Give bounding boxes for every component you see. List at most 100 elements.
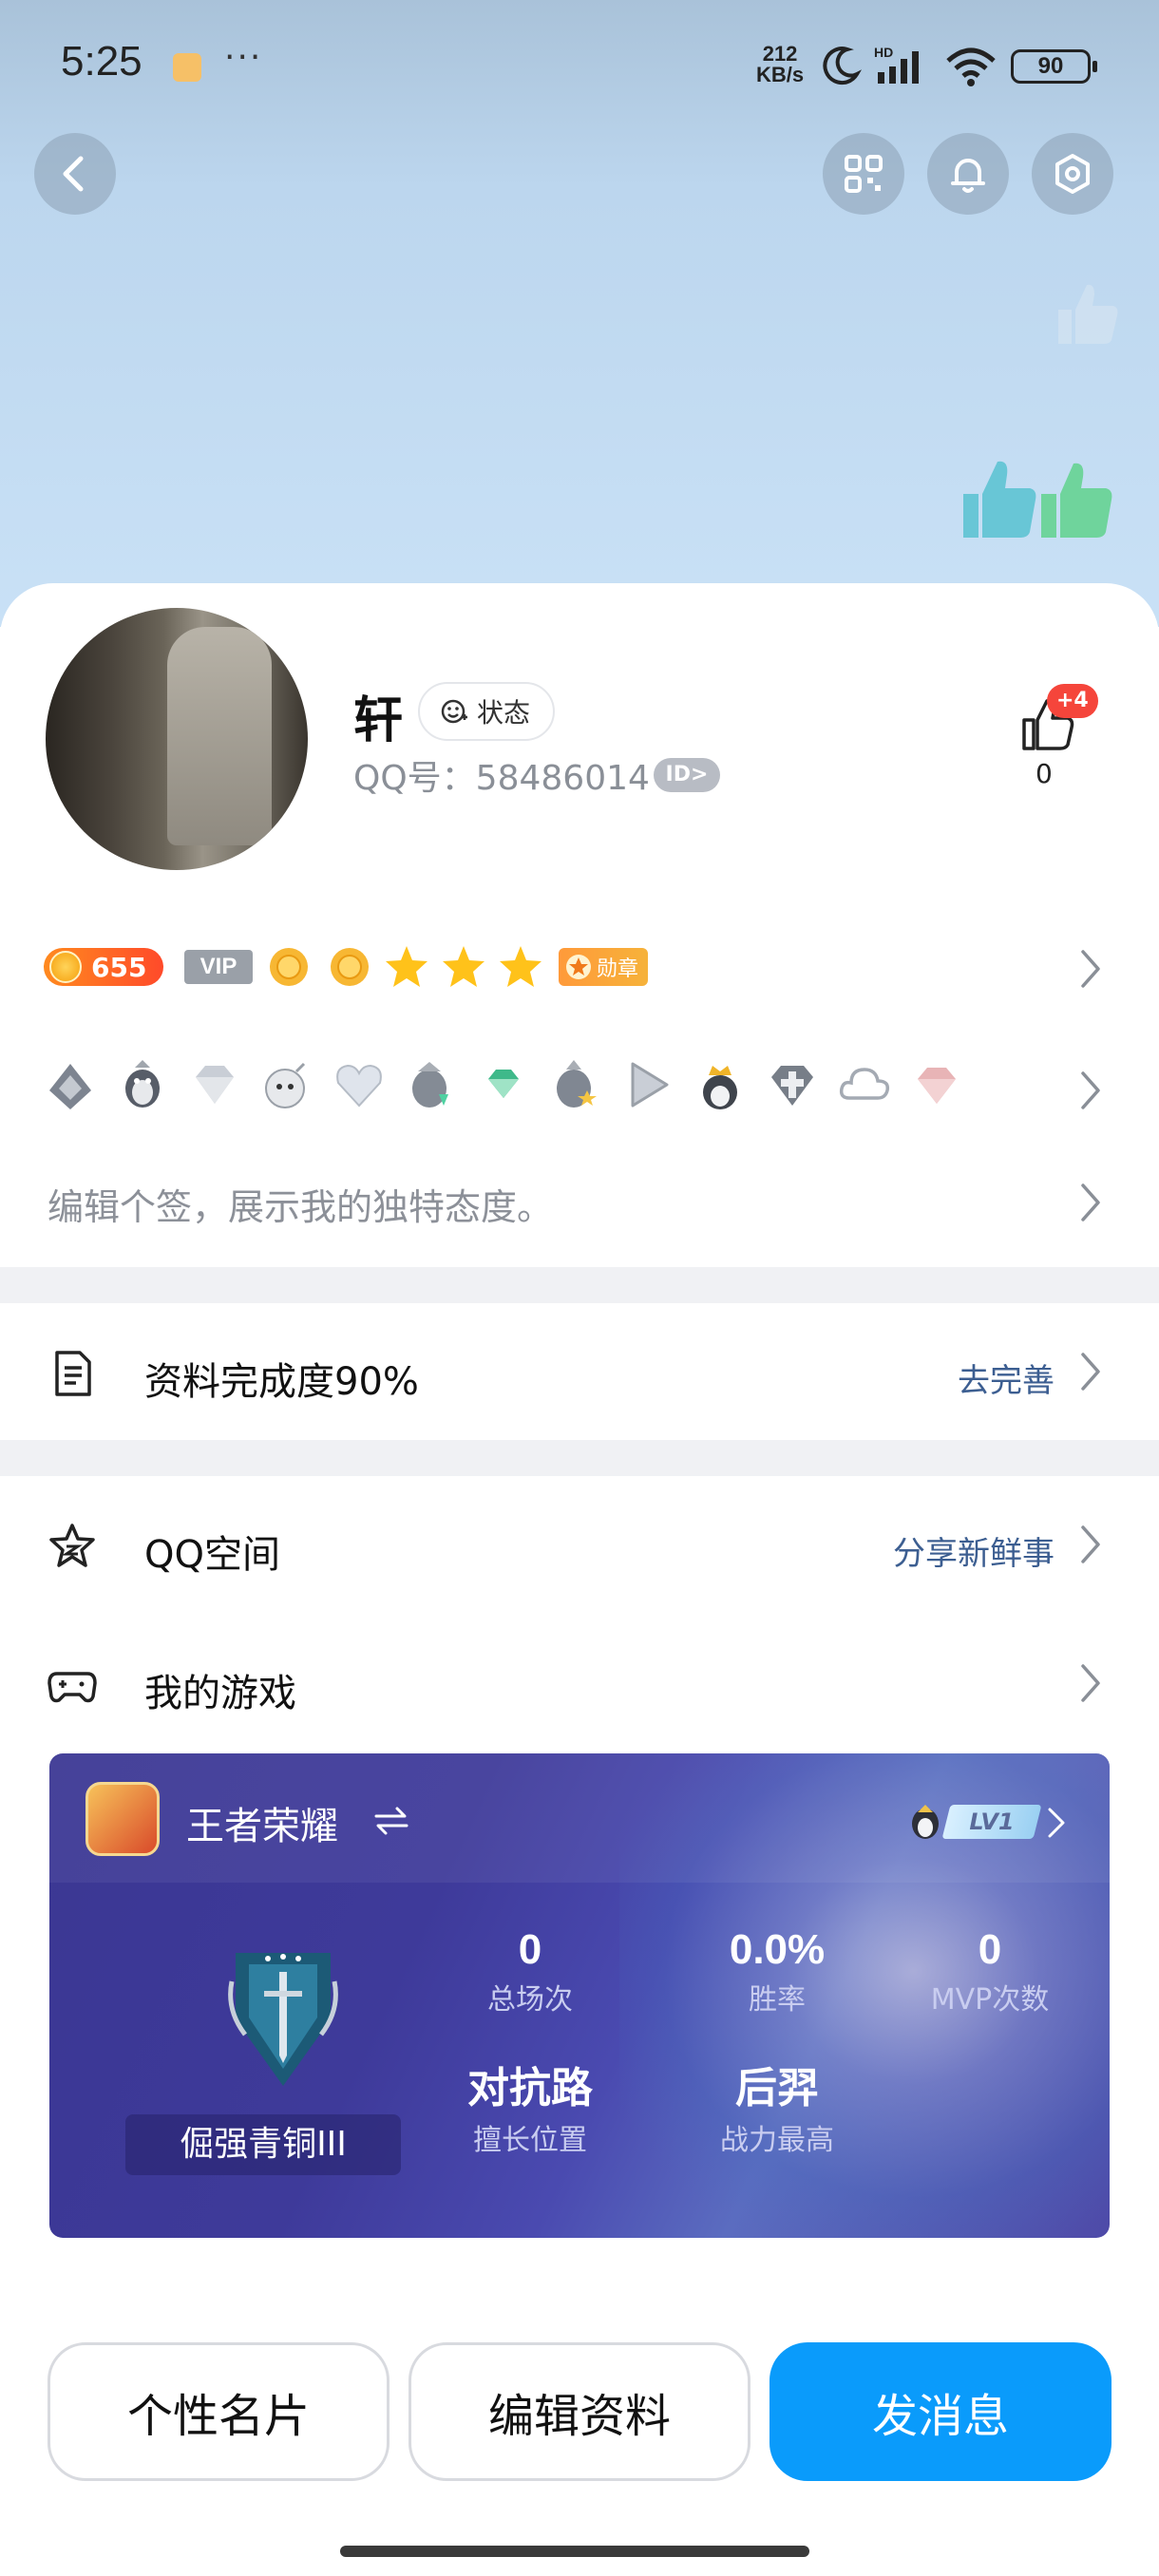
share-news-link[interactable]: 分享新鲜事 <box>893 1527 1054 1574</box>
star-level-icon <box>443 946 484 987</box>
qq-level-badge: 655 <box>44 948 163 986</box>
qr-code-button[interactable] <box>823 133 904 215</box>
id-badge[interactable]: ID> <box>654 758 720 792</box>
my-games-label: 我的游戏 <box>144 1672 296 1715</box>
clock: 5:25 <box>61 38 142 85</box>
my-games-row[interactable]: 我的游戏 <box>0 1626 1159 1740</box>
status-button[interactable]: 状态 <box>418 682 556 741</box>
penguin-crown-icon <box>703 1066 737 1109</box>
medal-badge: 勋章 <box>559 948 649 986</box>
chevron-left-icon <box>63 156 84 192</box>
total-matches-value: 0 <box>518 1926 542 1973</box>
status-label: 状态 <box>477 697 531 729</box>
network-speed: 212 KB/s <box>756 44 804 85</box>
chevron-right-icon[interactable] <box>1079 948 1102 990</box>
coin-icon <box>49 951 82 983</box>
win-rate-label: 胜率 <box>749 1983 806 2017</box>
penguin-star-icon <box>557 1060 597 1108</box>
home-indicator[interactable] <box>340 2546 809 2557</box>
avatar[interactable] <box>46 608 308 870</box>
like-count: 0 <box>1036 758 1053 789</box>
section-divider <box>0 1440 1159 1476</box>
bell-icon <box>951 159 985 193</box>
game-title: 王者荣耀 <box>186 1805 338 1848</box>
top-hero-value: 后羿 <box>735 2065 819 2112</box>
thumbs-up-decoration-icon <box>963 461 1112 538</box>
sun-level-icon <box>331 948 369 986</box>
mvp-count-value: 0 <box>978 1926 1002 1973</box>
game-level-badge: LV1 <box>904 1803 1056 1841</box>
thumbs-up-decoration-icon <box>1058 284 1118 344</box>
smile-status-icon <box>441 699 467 724</box>
game-logo-icon <box>86 1782 160 1856</box>
star-level-icon <box>386 946 428 987</box>
network-speed-unit: KB/s <box>756 63 805 86</box>
back-button[interactable] <box>34 133 116 215</box>
status-bar: 5:25 ··· 212 KB/s HD 90 <box>0 0 1159 133</box>
chevron-right-icon[interactable] <box>1047 1807 1066 1839</box>
vip-badge: VIP <box>184 950 253 984</box>
decoration-icons-row[interactable] <box>42 1056 980 1113</box>
send-message-button[interactable]: 发消息 <box>770 2342 1112 2481</box>
nickname: 轩 <box>353 692 404 749</box>
rank-name: 倔强青铜III <box>125 2114 401 2175</box>
sun-level-icon <box>270 948 308 986</box>
bronze-rank-emblem-icon <box>228 1953 338 2086</box>
penguin-icon <box>125 1060 160 1108</box>
game-card[interactable]: 王者荣耀 LV1 倔强青铜III 0 总场次 0.0% 胜率 0 MVP次数 对… <box>49 1753 1110 2238</box>
total-matches-stat: 0 总场次 <box>426 1926 635 2017</box>
bomb-face-icon <box>265 1062 306 1108</box>
best-position-label: 擅长位置 <box>473 2124 587 2157</box>
emerald-icon <box>488 1070 519 1098</box>
settings-button[interactable] <box>1032 133 1113 215</box>
cloud-icon <box>839 1068 890 1100</box>
qq-number[interactable]: QQ号：58486014 <box>353 750 650 800</box>
pink-diamond-icon <box>918 1068 956 1104</box>
profile-card-button[interactable]: 个性名片 <box>48 2342 390 2481</box>
notifications-button[interactable] <box>927 133 1009 215</box>
diamond-silver-icon <box>196 1066 234 1104</box>
section-divider <box>0 1267 1159 1303</box>
complete-profile-link[interactable]: 去完善 <box>958 1354 1054 1401</box>
top-hero-stat: 后羿 战力最高 <box>673 2054 882 2158</box>
qzone-star-icon <box>49 1524 95 1567</box>
play-icon <box>631 1062 669 1108</box>
win-rate-stat: 0.0% 胜率 <box>673 1926 882 2017</box>
heart-crystal-icon <box>336 1064 382 1108</box>
mvp-count-stat: 0 MVP次数 <box>904 1926 1075 2017</box>
game-level: LV1 <box>969 1809 1015 1835</box>
chevron-right-icon[interactable] <box>1079 1070 1102 1111</box>
like-increase-badge: +4 <box>1047 684 1098 718</box>
qzone-label: QQ空间 <box>144 1533 280 1577</box>
medal-label: 勋章 <box>597 957 639 981</box>
signature-placeholder[interactable]: 编辑个签，展示我的独特态度。 <box>48 1178 553 1230</box>
edit-profile-button[interactable]: 编辑资料 <box>408 2342 750 2481</box>
gear-icon <box>1055 154 1090 194</box>
wifi-icon <box>946 47 996 86</box>
star-level-icon <box>500 946 542 987</box>
win-rate-value: 0.0% <box>729 1926 826 1973</box>
switch-arrows-icon[interactable] <box>372 1805 410 1837</box>
penguin-gem-icon <box>412 1062 448 1108</box>
qr-code-icon <box>845 155 883 193</box>
network-speed-value: 212 <box>762 42 798 66</box>
mvp-count-label: MVP次数 <box>930 1983 1050 2017</box>
svg-text:HD: HD <box>874 45 893 60</box>
level-badges-row[interactable]: 655 VIP 勋章 <box>44 940 649 994</box>
qzone-row[interactable]: QQ空间 分享新鲜事 <box>0 1487 1159 1601</box>
message-notification-icon <box>173 53 201 82</box>
medal-star-icon <box>566 955 591 979</box>
more-notifications-icon: ··· <box>224 38 263 77</box>
chevron-right-icon[interactable] <box>1079 1182 1102 1223</box>
chevron-right-icon <box>1081 1353 1100 1391</box>
penguin-gray-icon <box>49 1064 91 1109</box>
best-position-stat: 对抗路 擅长位置 <box>426 2054 635 2158</box>
profile-completion-row[interactable]: 资料完成度90% 去完善 <box>0 1315 1159 1429</box>
total-matches-label: 总场次 <box>487 1983 573 2017</box>
battery-indicator: 90 <box>1011 49 1097 84</box>
moon-icon <box>823 47 863 85</box>
chevron-right-icon <box>1081 1525 1100 1563</box>
penguin-icon <box>912 1805 939 1839</box>
gamepad-icon <box>48 1672 97 1703</box>
best-position-value: 对抗路 <box>467 2065 593 2112</box>
